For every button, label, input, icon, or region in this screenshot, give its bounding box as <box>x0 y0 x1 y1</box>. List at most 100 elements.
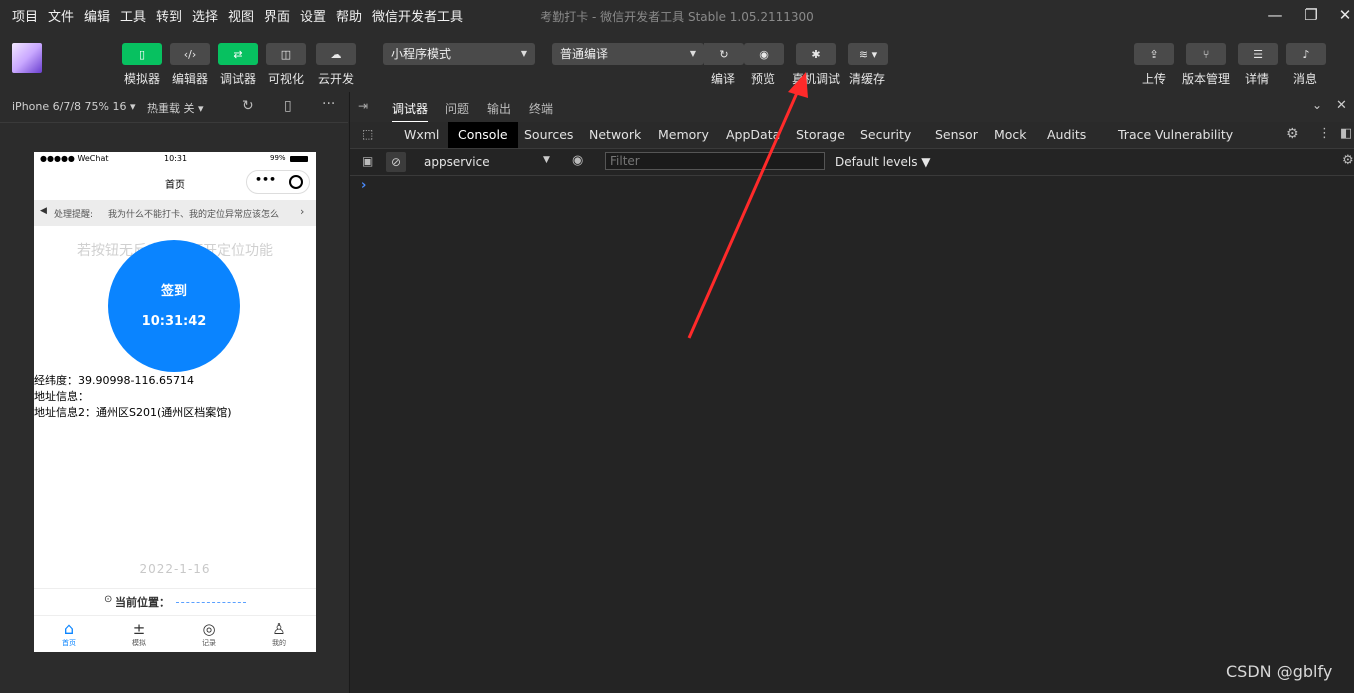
app-avatar[interactable] <box>12 43 42 73</box>
checkin-time: 10:31:42 <box>141 314 207 329</box>
notice-label: 处理提醒: <box>54 210 94 220</box>
close-panel-icon[interactable]: ✕ <box>1336 98 1347 113</box>
menu-item-settings[interactable]: 设置 <box>300 6 326 25</box>
menu-item-interface[interactable]: 界面 <box>264 6 290 25</box>
levels-select[interactable]: Default levels ▼ <box>835 155 931 169</box>
more-icon[interactable]: ••• <box>255 173 276 186</box>
tab-network[interactable]: Network <box>579 122 651 148</box>
details-label: 详情 <box>1245 72 1270 86</box>
menu-item-help[interactable]: 帮助 <box>336 6 362 25</box>
tab-terminal[interactable]: 终端 <box>529 100 553 117</box>
sidebar-toggle-icon[interactable]: ▣ <box>362 154 373 168</box>
hot-reload-select[interactable]: 热重载 关 ▾ <box>147 100 204 116</box>
minimize-icon[interactable]: — <box>1264 4 1286 26</box>
refresh-icon: ↻ <box>719 47 729 61</box>
tab-sources[interactable]: Sources <box>514 122 583 148</box>
tab-records[interactable]: ◎ 记录 <box>186 620 232 648</box>
kebab-icon[interactable]: ⋮ <box>1318 126 1331 141</box>
editor-toggle-button[interactable]: ‹/› <box>170 43 210 65</box>
close-circle-icon[interactable] <box>289 175 303 189</box>
menu-item-wechat-devtools[interactable]: 微信开发者工具 <box>372 6 463 25</box>
tab-audits[interactable]: Audits <box>1037 122 1096 148</box>
inspect-icon[interactable]: ⬚ <box>362 127 373 141</box>
tab-vulnerability[interactable]: Vulnerability <box>1145 122 1243 148</box>
remote-debug-button[interactable]: ✱ <box>796 43 836 65</box>
pin-icon: ⊙ <box>104 594 113 605</box>
menu-item-edit[interactable]: 编辑 <box>84 6 110 25</box>
device-select[interactable]: iPhone 6/7/8 75% 16 ▾ <box>12 100 136 113</box>
chevron-right-icon: › <box>300 205 305 218</box>
tab-memory[interactable]: Memory <box>648 122 719 148</box>
tab-issues[interactable]: 问题 <box>445 100 469 117</box>
preview-button[interactable]: ◉ <box>744 43 784 65</box>
simulator-toggle-button[interactable]: ▯ <box>122 43 162 65</box>
version-button[interactable]: ⑂ <box>1186 43 1226 65</box>
chevron-down-icon[interactable]: ▼ <box>543 155 550 165</box>
tab-sensor[interactable]: Sensor <box>925 122 988 148</box>
compile-select[interactable]: 普通编译 ▼ <box>552 43 704 65</box>
divider <box>34 588 316 589</box>
visual-toggle-button[interactable]: ◫ <box>266 43 306 65</box>
tab-simulate[interactable]: ± 模拟 <box>116 620 162 648</box>
clear-cache-label: 清缓存 <box>849 72 886 86</box>
more-icon[interactable]: ··· <box>322 96 335 112</box>
gear-icon[interactable]: ⚙ <box>1286 126 1299 142</box>
compile-button[interactable]: ↻ <box>704 43 744 65</box>
tab-wxml[interactable]: Wxml <box>394 122 449 148</box>
dock-icon[interactable]: ⇥ <box>358 99 368 113</box>
tab-output[interactable]: 输出 <box>487 100 511 117</box>
tab-appdata[interactable]: AppData <box>716 122 790 148</box>
phone-icon[interactable]: ▯ <box>284 98 292 114</box>
cloud-icon: ☁ <box>330 47 342 61</box>
console-settings-icon[interactable]: ⚙ <box>1342 153 1354 168</box>
menu-item-project[interactable]: 项目 <box>12 6 38 25</box>
clear-cache-button[interactable]: ≋ ▾ <box>848 43 888 65</box>
bell-icon: ♪ <box>1302 47 1310 61</box>
branch-icon: ⑂ <box>1202 47 1210 61</box>
notice-bar[interactable]: ◀ 处理提醒: 我为什么不能打卡、我的定位异常应该怎么 › <box>34 200 316 226</box>
location-label: 当前位置： <box>115 596 170 609</box>
eye-icon[interactable]: ◉ <box>572 153 583 168</box>
checkin-label: 签到 <box>160 284 187 299</box>
tab-console[interactable]: Console <box>448 122 518 148</box>
coords-text: 经纬度：39.90998-116.65714 <box>34 374 194 387</box>
collapse-icon[interactable]: ⌄ <box>1312 98 1322 112</box>
tab-security[interactable]: Security <box>850 122 921 148</box>
details-button[interactable]: ☰ <box>1238 43 1278 65</box>
user-icon: ♙ <box>272 620 286 638</box>
layout-icon: ◫ <box>280 47 292 61</box>
filter-input[interactable] <box>605 152 825 170</box>
tab-home[interactable]: ⌂ 首页 <box>46 620 92 648</box>
clear-console-icon[interactable]: ⊘ <box>386 152 406 172</box>
upload-button[interactable]: ⇪ <box>1134 43 1174 65</box>
context-select[interactable]: appservice <box>424 155 490 169</box>
menu-icon: ☰ <box>1253 47 1263 61</box>
remote-debug-label: 真机调试 <box>792 72 841 86</box>
menu-item-goto[interactable]: 转到 <box>156 6 182 25</box>
tab-mock[interactable]: Mock <box>984 122 1037 148</box>
console-prompt[interactable]: › <box>361 178 366 193</box>
menu-item-tools[interactable]: 工具 <box>120 6 146 25</box>
close-icon[interactable]: ✕ <box>1334 4 1354 26</box>
status-time: 10:31 <box>164 154 188 163</box>
chevron-down-icon: ▼ <box>520 49 527 58</box>
tab-storage[interactable]: Storage <box>786 122 855 148</box>
debugger-toggle-button[interactable]: ⇄ <box>218 43 258 65</box>
capsule-menu[interactable]: ••• <box>246 170 310 194</box>
dock-side-icon[interactable]: ◧ <box>1340 126 1352 141</box>
rotate-icon[interactable]: ↻ <box>242 98 254 114</box>
tab-debugger[interactable]: 调试器 <box>392 100 429 123</box>
devtools-panel: ⇥ 调试器 问题 输出 终端 ⌄ ✕ ⬚ Wxml Console Source… <box>349 92 1354 693</box>
eye-icon: ◉ <box>759 47 769 61</box>
mode-select[interactable]: 小程序模式 ▼ <box>383 43 535 65</box>
cloud-dev-button[interactable]: ☁ <box>316 43 356 65</box>
menu-item-select[interactable]: 选择 <box>192 6 218 25</box>
maximize-icon[interactable]: ❐ <box>1300 4 1322 26</box>
menu-item-file[interactable]: 文件 <box>48 6 74 25</box>
tabbar-divider <box>34 615 316 616</box>
devtools-header: ⇥ 调试器 问题 输出 终端 ⌄ ✕ <box>350 92 1354 123</box>
checkin-button[interactable]: 签到 10:31:42 <box>108 240 240 372</box>
messages-button[interactable]: ♪ <box>1286 43 1326 65</box>
menu-item-view[interactable]: 视图 <box>228 6 254 25</box>
tab-mine[interactable]: ♙ 我的 <box>256 620 302 648</box>
